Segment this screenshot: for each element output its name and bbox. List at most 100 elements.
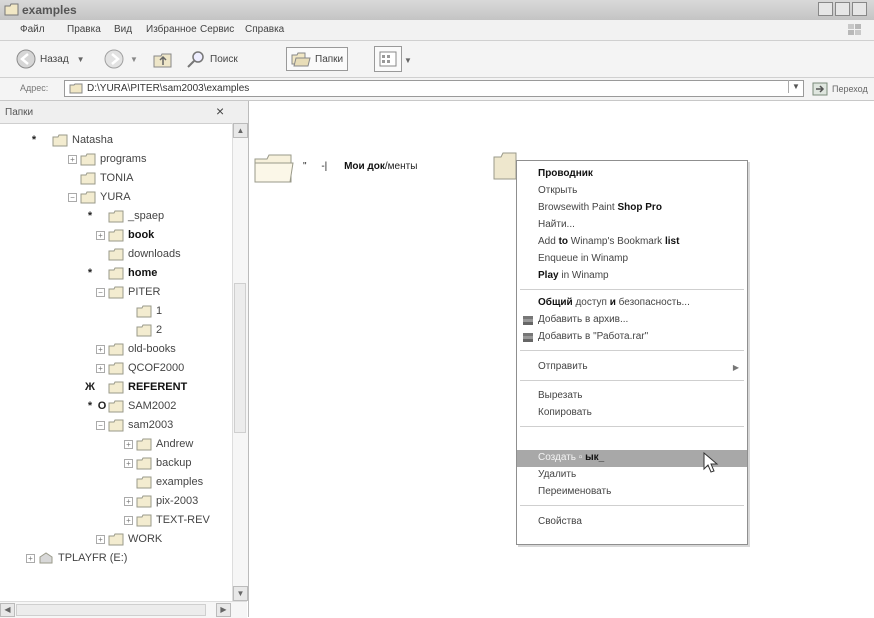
- horizontal-scrollbar[interactable]: ◀ ▶: [0, 601, 247, 618]
- back-label: Назад: [40, 53, 69, 65]
- search-button[interactable]: Поиск: [186, 47, 238, 71]
- back-dropdown-icon[interactable]: ▼: [77, 55, 85, 64]
- tree-item[interactable]: examples: [112, 473, 203, 491]
- minimize-button[interactable]: [818, 2, 833, 16]
- tree-item[interactable]: TONIA: [56, 169, 133, 187]
- tree-item[interactable]: + old-books: [84, 340, 176, 358]
- menu-item-winamp-bookmark[interactable]: Add to Winamp's Bookmark list: [517, 234, 747, 251]
- expand-icon[interactable]: +: [96, 230, 105, 240]
- tree-item[interactable]: * O SAM2002: [84, 397, 176, 415]
- menu-item-winamp-enqueue[interactable]: Enqueue in Winamp: [517, 251, 747, 268]
- scroll-up-icon[interactable]: ▲: [233, 123, 248, 138]
- menu-item-rename[interactable]: Переименовать: [517, 484, 747, 501]
- maximize-button[interactable]: [835, 2, 850, 16]
- tree-item[interactable]: − YURA: [56, 188, 131, 206]
- menu-item-open[interactable]: Открыть: [517, 183, 747, 200]
- tree-item[interactable]: + WORK: [84, 530, 162, 548]
- expand-icon[interactable]: +: [124, 458, 133, 468]
- examples-folder-item[interactable]: [493, 151, 517, 181]
- folder-icon: [108, 419, 124, 431]
- close-icon[interactable]: ×: [216, 103, 224, 119]
- menu-item-winamp-play[interactable]: Play in Winamp: [517, 268, 747, 285]
- folders-button[interactable]: Папки: [286, 47, 349, 71]
- tree-item[interactable]: + TEXT-REV: [112, 511, 210, 529]
- tree-item[interactable]: + QCOF2000: [84, 359, 184, 377]
- tree-item[interactable]: * home: [84, 264, 157, 282]
- menu-item-browse-paintshop[interactable]: Browsewith Paint Shop Pro: [517, 200, 747, 217]
- tree-item[interactable]: + backup: [112, 454, 191, 472]
- folder-icon: [108, 248, 124, 260]
- tree-item-label: Andrew: [156, 438, 194, 450]
- menu-help[interactable]: Справка: [245, 24, 284, 35]
- forward-dropdown-icon[interactable]: ▼: [130, 55, 138, 64]
- scroll-left-icon[interactable]: ◀: [0, 603, 15, 617]
- my-documents-item[interactable]: " -| Мои док/менты: [253, 151, 417, 185]
- expand-icon[interactable]: +: [124, 515, 133, 525]
- menu-item-find[interactable]: Найти...: [517, 217, 747, 234]
- expand-icon[interactable]: +: [96, 344, 105, 354]
- expand-icon[interactable]: +: [68, 154, 77, 164]
- tree-item[interactable]: − PITER: [84, 283, 160, 301]
- address-bar: Адрес: D:\YURA\PITER\sam2003\examples ▼ …: [0, 78, 874, 101]
- scroll-thumb-horizontal[interactable]: [16, 604, 206, 616]
- vertical-scrollbar[interactable]: ▲ ▼: [232, 123, 248, 601]
- expand-icon[interactable]: +: [96, 534, 105, 544]
- tree-item-label: pix-2003: [156, 495, 199, 507]
- tree-item[interactable]: 2: [112, 321, 162, 339]
- expand-icon[interactable]: +: [26, 553, 35, 563]
- address-dropdown-icon[interactable]: ▼: [788, 80, 803, 93]
- go-button[interactable]: Переход: [812, 80, 868, 98]
- scroll-down-icon[interactable]: ▼: [233, 586, 248, 601]
- menu-item-explorer[interactable]: Проводник: [517, 166, 747, 183]
- tree-item[interactable]: − sam2003: [84, 416, 173, 434]
- menu-item-sharing[interactable]: Общий доступ и безопасность...: [517, 295, 747, 312]
- collapse-icon[interactable]: −: [68, 192, 77, 202]
- folder-icon: [108, 210, 124, 222]
- menu-tools[interactable]: Сервис: [200, 24, 234, 35]
- tree-item[interactable]: + book: [84, 226, 154, 244]
- tree-item[interactable]: + programs: [56, 150, 146, 168]
- views-dropdown-icon[interactable]: ▼: [404, 56, 412, 65]
- tree-item-label: 1: [156, 305, 163, 317]
- up-folder-button[interactable]: [152, 47, 174, 71]
- collapse-icon[interactable]: −: [96, 420, 105, 430]
- scroll-thumb[interactable]: [234, 283, 246, 433]
- back-button[interactable]: Назад ▼: [16, 47, 85, 71]
- menu-separator: [520, 426, 744, 427]
- tree-item[interactable]: + pix-2003: [112, 492, 198, 510]
- folder-icon: [136, 495, 152, 507]
- menu-edit[interactable]: Правка: [67, 24, 101, 35]
- tree-item[interactable]: 1: [112, 302, 162, 320]
- expand-icon[interactable]: +: [124, 439, 133, 449]
- tree-item[interactable]: Ж REFERENT: [84, 378, 187, 396]
- tree-item[interactable]: downloads: [84, 245, 181, 263]
- folder-icon: [254, 154, 294, 183]
- menu-item-copy[interactable]: Копировать: [517, 405, 747, 422]
- go-label: Переход: [832, 84, 868, 94]
- tree-item[interactable]: + Andrew: [112, 435, 193, 453]
- menu-separator: [520, 350, 744, 351]
- address-input[interactable]: D:\YURA\PITER\sam2003\examples: [64, 80, 804, 97]
- menu-file[interactable]: Файл: [20, 24, 45, 35]
- menu-item-properties[interactable]: Свойства: [517, 514, 747, 531]
- folder-icon: [493, 152, 517, 180]
- folder-icon: [52, 134, 68, 146]
- menu-item-cut[interactable]: Вырезать: [517, 388, 747, 405]
- tree-item[interactable]: * _spaep: [84, 207, 164, 225]
- menu-item-send-to[interactable]: Отправить ▶: [517, 359, 747, 376]
- scroll-right-icon[interactable]: ▶: [216, 603, 231, 617]
- menu-item-add-archive[interactable]: Добавить в архив...: [517, 312, 747, 329]
- menu-favorites[interactable]: Избранное: [146, 24, 197, 35]
- forward-button[interactable]: ▼: [104, 47, 138, 71]
- close-button[interactable]: [852, 2, 867, 16]
- tree-item[interactable]: * Natasha: [28, 131, 113, 149]
- expand-icon[interactable]: +: [124, 496, 133, 506]
- folder-icon: [136, 305, 152, 317]
- tree-item[interactable]: + TPLAYFR (E:): [14, 549, 127, 567]
- menu-separator: [520, 505, 744, 506]
- menu-item-add-rar[interactable]: Добавить в "Работа.rar": [517, 329, 747, 346]
- expand-icon[interactable]: +: [96, 363, 105, 373]
- menu-view[interactable]: Вид: [114, 24, 132, 35]
- views-button[interactable]: [374, 46, 402, 72]
- collapse-icon[interactable]: −: [96, 287, 105, 297]
